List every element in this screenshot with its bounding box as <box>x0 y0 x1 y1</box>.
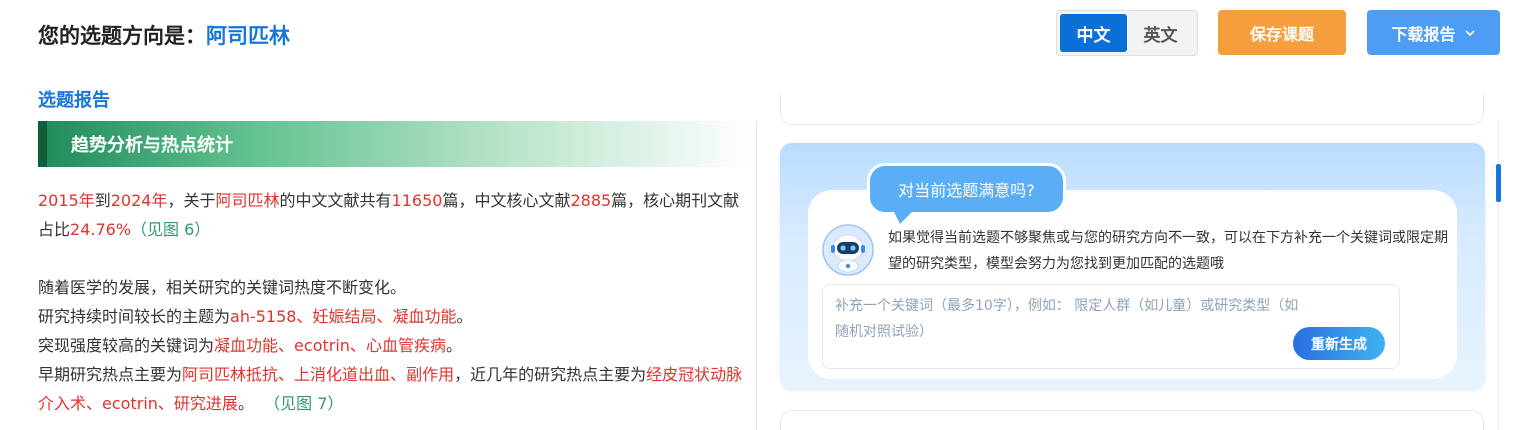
separator: 、 <box>390 365 407 384</box>
year-start: 2015年 <box>38 191 95 210</box>
language-toggle: 中文 英文 <box>1056 10 1198 56</box>
year-end: 2024年 <box>110 191 168 210</box>
text-fragment: ，近几年的研究热点主要为 <box>454 365 647 384</box>
early-hotspot: 上消化道出血 <box>294 365 391 384</box>
burst-keyword: 凝血功能 <box>214 336 279 355</box>
long-topic: 凝血功能 <box>392 307 457 326</box>
core-ratio: 24.76% <box>70 220 132 239</box>
text-fragment: 。 <box>445 336 462 355</box>
separator: 、 <box>278 365 295 384</box>
text-fragment: 到 <box>94 191 111 210</box>
separator: 、 <box>376 307 393 326</box>
topic-name: 阿司匹林 <box>206 24 290 48</box>
long-topic: ah-5158 <box>230 307 297 326</box>
figure-6-reference[interactable]: （见图 6） <box>131 220 210 239</box>
separator: 、 <box>157 394 174 413</box>
core-count: 2885 <box>570 191 612 210</box>
separator: 、 <box>296 307 313 326</box>
section-title: 趋势分析与热点统计 <box>71 135 233 156</box>
regenerate-button[interactable]: 重新生成 <box>1293 327 1385 360</box>
literature-stats-paragraph: 2015年到2024年，关于阿司匹林的中文文献共有11650篇，中文核心文献28… <box>38 186 748 244</box>
robot-avatar-icon <box>822 224 874 276</box>
separator: 、 <box>86 394 103 413</box>
section-accent-bar <box>38 121 47 167</box>
satisfaction-bubble: 对当前选题满意吗? <box>867 163 1066 224</box>
feedback-panel: 对当前选题满意吗? 如果觉得当前选题不够聚焦或与您的研究方向不一致，可以在下方补… <box>780 143 1485 391</box>
text-fragment: 研究持续时间较长的主题为 <box>38 307 231 326</box>
keyword-input-box: 重新生成 <box>822 284 1400 369</box>
early-hotspot: 阿司匹林抵抗 <box>182 365 279 384</box>
separator: 、 <box>349 336 366 355</box>
lang-english-button[interactable]: 英文 <box>1127 14 1194 52</box>
page-title: 您的选题方向是：阿司匹林 <box>38 20 290 50</box>
chevron-down-icon <box>1464 29 1475 36</box>
burst-keyword: ecotrin <box>294 336 350 355</box>
lang-chinese-button[interactable]: 中文 <box>1060 14 1127 52</box>
keyword-intro: 随着医学的发展，相关研究的关键词热度不断变化。 <box>38 278 407 297</box>
long-topics-line: 研究持续时间较长的主题为ah-5158、妊娠结局、凝血功能。 <box>38 302 748 331</box>
download-report-button[interactable]: 下载报告 <box>1367 10 1500 55</box>
scrollbar-thumb[interactable] <box>1496 164 1501 202</box>
text-fragment: 。 <box>456 307 473 326</box>
long-topic: 妊娠结局 <box>312 307 377 326</box>
section-header: 趋势分析与热点统计 <box>38 121 752 167</box>
figure-7-reference[interactable]: （见图 7） <box>264 394 343 413</box>
recent-hotspot: 研究进展 <box>173 394 238 413</box>
next-card <box>780 410 1484 430</box>
save-topic-button[interactable]: 保存课题 <box>1218 10 1346 55</box>
column-divider <box>756 121 757 430</box>
text-fragment: 突现强度较高的关键词为 <box>38 336 215 355</box>
keyword-input[interactable] <box>835 293 1305 353</box>
hotspots-line: 早期研究热点主要为阿司匹林抵抗、上消化道出血、副作用，近几年的研究热点主要为经皮… <box>38 360 748 418</box>
analysis-content: 2015年到2024年，关于阿司匹林的中文文献共有11650篇，中文核心文献28… <box>38 186 748 418</box>
title-prefix: 您的选题方向是： <box>38 24 206 48</box>
feedback-helper-text: 如果觉得当前选题不够聚焦或与您的研究方向不一致，可以在下方补充一个关键词或限定期… <box>888 230 1448 272</box>
burst-keywords-line: 突现强度较高的关键词为凝血功能、ecotrin、心血管疾病。 <box>38 331 748 360</box>
text-fragment: 的中文文献共有 <box>279 191 392 210</box>
download-report-label: 下载报告 <box>1391 24 1456 44</box>
separator: 、 <box>278 336 295 355</box>
text-fragment: ，关于 <box>167 191 216 210</box>
report-tab-link[interactable]: 选题报告 <box>38 86 110 112</box>
topic-highlight: 阿司匹林 <box>215 191 280 210</box>
text-fragment: 篇，中文核心文献 <box>442 191 571 210</box>
text-fragment: 早期研究热点主要为 <box>38 365 183 384</box>
text-fragment: 。 <box>237 394 254 413</box>
previous-card <box>780 95 1484 125</box>
early-hotspot: 副作用 <box>406 365 455 384</box>
total-count: 11650 <box>391 191 443 210</box>
recent-hotspot: ecotrin <box>102 394 158 413</box>
burst-keyword: 心血管疾病 <box>365 336 446 355</box>
